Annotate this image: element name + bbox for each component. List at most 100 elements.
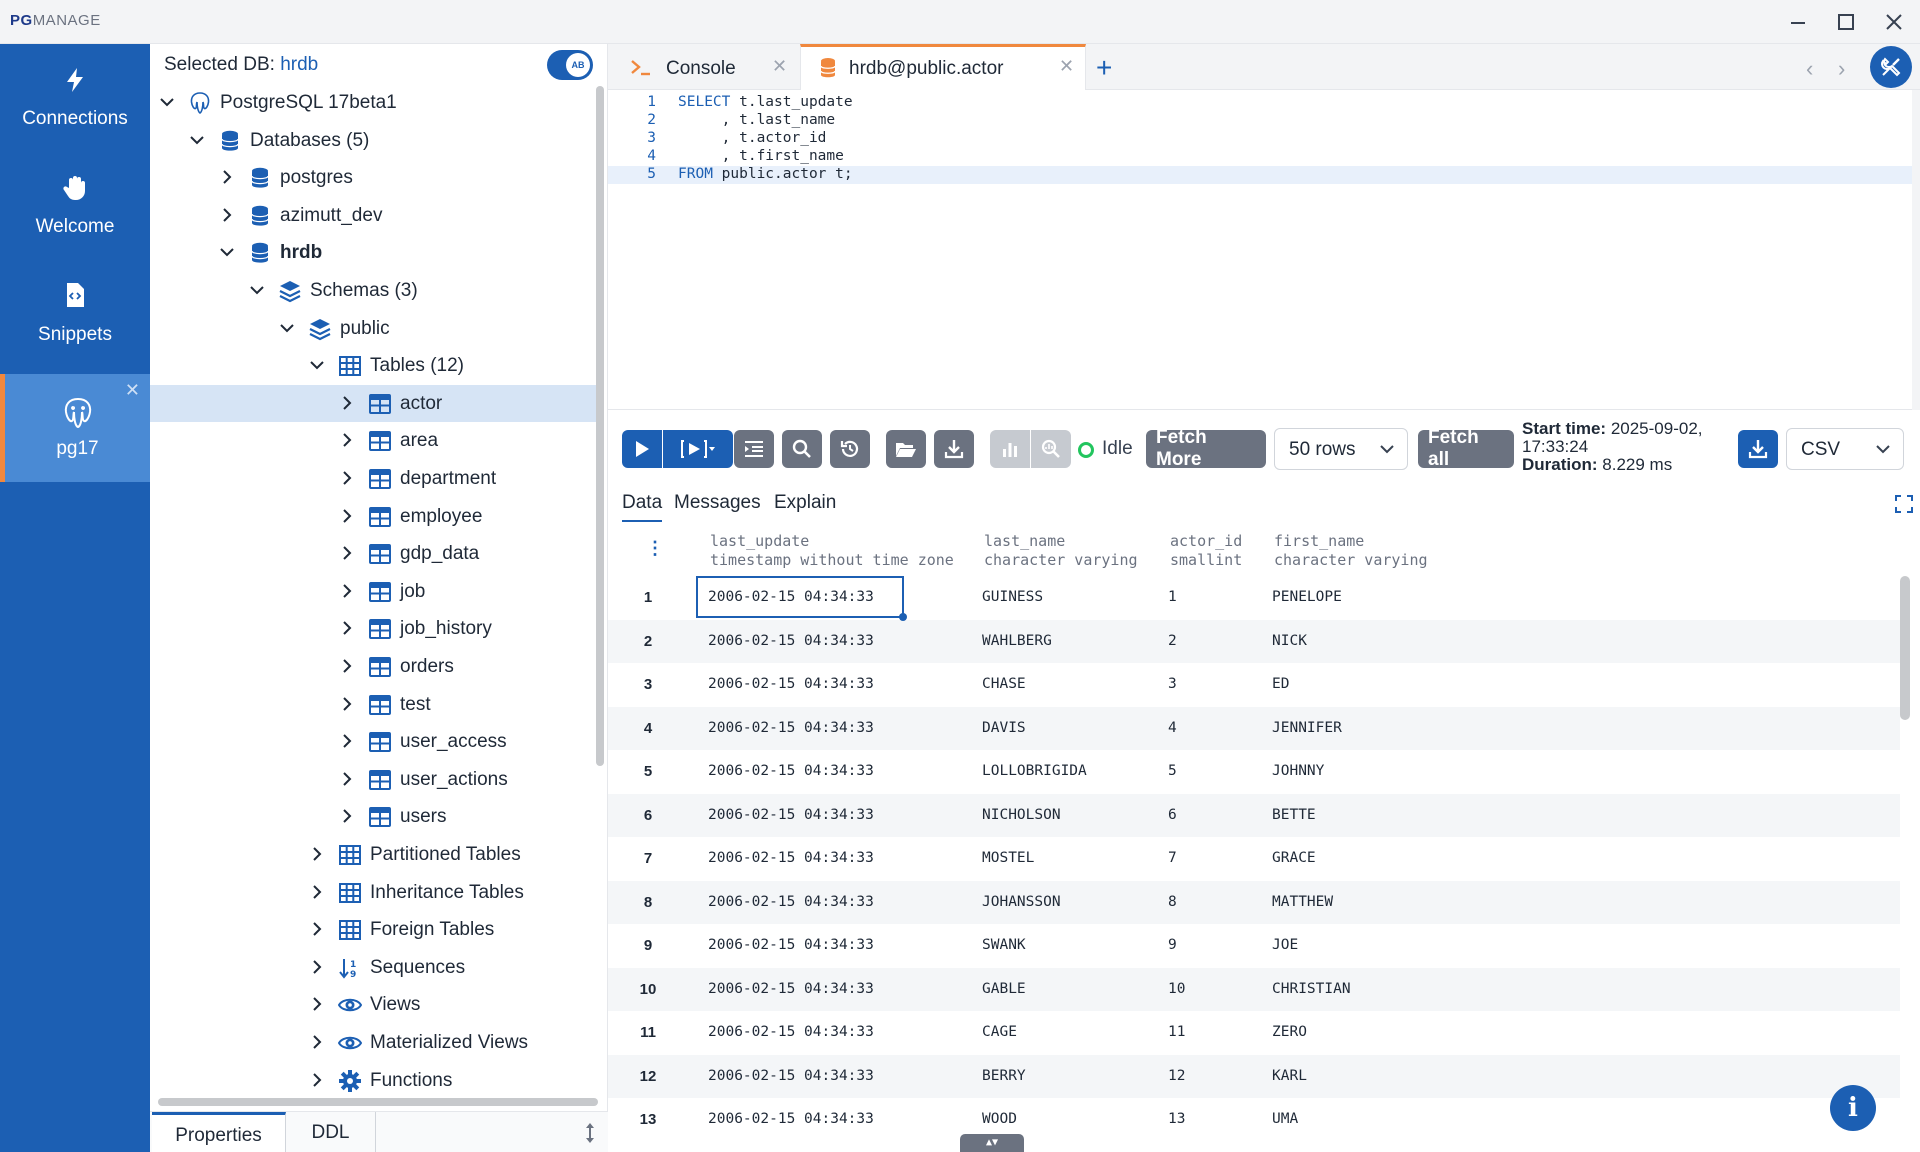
chevron-right-icon[interactable]	[338, 657, 356, 675]
save-file-button[interactable]	[934, 430, 974, 468]
nav-connections[interactable]: Connections	[0, 44, 150, 152]
table-cell[interactable]: ZERO	[1272, 1024, 1307, 1040]
tree-node[interactable]: Tables (12)	[150, 347, 598, 384]
table-row[interactable]: 7 2006-02-15 04:34:33 MOSTEL 7 GRACE	[608, 837, 1900, 881]
chevron-right-icon[interactable]	[338, 807, 356, 825]
grid-scrollbar[interactable]	[1900, 576, 1910, 720]
rows-select[interactable]: 50 rows	[1274, 428, 1408, 470]
tools-button[interactable]	[1870, 46, 1912, 88]
editor-line[interactable]: 4 , t.first_name	[608, 148, 1912, 166]
table-cell[interactable]: 11	[1168, 1024, 1185, 1040]
table-cell[interactable]: 6	[1168, 807, 1177, 823]
table-cell[interactable]: BETTE	[1272, 807, 1316, 823]
table-cell[interactable]: 2006-02-15 04:34:33	[708, 1024, 874, 1040]
chevron-down-icon[interactable]	[308, 356, 326, 374]
table-row[interactable]: 12 2006-02-15 04:34:33 BERRY 12 KARL	[608, 1054, 1900, 1098]
table-cell[interactable]: JOHANSSON	[982, 894, 1061, 910]
tree-node[interactable]: Views	[150, 986, 598, 1023]
editor-line[interactable]: 2 , t.last_name	[608, 112, 1912, 130]
table-cell[interactable]: JENNIFER	[1272, 720, 1342, 736]
tree-node[interactable]: user_access	[150, 723, 598, 760]
tree-scrollbar[interactable]	[596, 86, 604, 766]
search-button[interactable]	[782, 430, 822, 468]
tree-node[interactable]: gdp_data	[150, 535, 598, 572]
table-cell[interactable]: CHASE	[982, 676, 1026, 692]
chevron-right-icon[interactable]	[308, 883, 326, 901]
table-cell[interactable]: GABLE	[982, 981, 1026, 997]
chevron-down-icon[interactable]	[158, 93, 176, 111]
chevron-right-icon[interactable]	[218, 168, 236, 186]
chevron-right-icon[interactable]	[308, 1033, 326, 1051]
table-cell[interactable]: 2006-02-15 04:34:33	[708, 937, 874, 953]
grid-resize-handle[interactable]: ▲▼	[960, 1134, 1024, 1152]
column-header[interactable]: last_update timestamp without time zone	[710, 532, 954, 570]
table-cell[interactable]: 7	[1168, 850, 1177, 866]
table-cell[interactable]: 2006-02-15 04:34:33	[708, 807, 874, 823]
chevron-right-icon[interactable]	[308, 1071, 326, 1089]
nav-connection-pg17[interactable]: pg17 ✕	[0, 374, 150, 482]
table-cell[interactable]: 8	[1168, 894, 1177, 910]
table-cell[interactable]: BERRY	[982, 1068, 1026, 1084]
info-button[interactable]: i	[1830, 1085, 1876, 1131]
tree-node[interactable]: job	[150, 573, 598, 610]
chevron-right-icon[interactable]	[338, 507, 356, 525]
chevron-right-icon[interactable]	[308, 920, 326, 938]
table-row[interactable]: 13 2006-02-15 04:34:33 WOOD 13 UMA	[608, 1098, 1900, 1142]
tree-node[interactable]: user_actions	[150, 761, 598, 798]
panel-resize-icon[interactable]	[584, 1122, 604, 1144]
tree-node[interactable]: Inheritance Tables	[150, 874, 598, 911]
chevron-right-icon[interactable]	[338, 770, 356, 788]
editor-scrollbar[interactable]	[1912, 90, 1920, 410]
tree-node[interactable]: Foreign Tables	[150, 911, 598, 948]
chevron-right-icon[interactable]	[308, 845, 326, 863]
editor-line[interactable]: 3 , t.actor_id	[608, 130, 1912, 148]
table-cell[interactable]: 4	[1168, 720, 1177, 736]
chevron-down-icon[interactable]	[218, 243, 236, 261]
tree-node[interactable]: employee	[150, 498, 598, 535]
autocomplete-toggle[interactable]: AB	[547, 50, 593, 80]
chevron-down-icon[interactable]	[248, 281, 266, 299]
close-tab-icon[interactable]: ✕	[772, 56, 787, 77]
table-cell[interactable]: PENELOPE	[1272, 589, 1342, 605]
explain-analyze-button[interactable]	[1031, 430, 1071, 468]
table-row[interactable]: 9 2006-02-15 04:34:33 SWANK 9 JOE	[608, 924, 1900, 968]
table-cell[interactable]: SWANK	[982, 937, 1026, 953]
table-cell[interactable]: ED	[1272, 676, 1289, 692]
table-cell[interactable]: CAGE	[982, 1024, 1017, 1040]
tab-next-button[interactable]: ›	[1838, 56, 1845, 82]
tree-node[interactable]: Materialized Views	[150, 1024, 598, 1061]
tree-node[interactable]: public	[150, 310, 598, 347]
table-cell[interactable]: 2006-02-15 04:34:33	[708, 633, 874, 649]
tab-messages[interactable]: Messages	[674, 492, 761, 520]
table-cell[interactable]: GUINESS	[982, 589, 1043, 605]
format-sql-button[interactable]	[734, 430, 774, 468]
close-window-button[interactable]	[1878, 6, 1910, 38]
chevron-down-icon[interactable]	[188, 131, 206, 149]
tree-node[interactable]: area	[150, 422, 598, 459]
tree-node[interactable]: PostgreSQL 17beta1	[150, 84, 598, 121]
table-cell[interactable]: 2006-02-15 04:34:33	[708, 1068, 874, 1084]
explain-chart-button[interactable]	[990, 430, 1030, 468]
tab-prev-button[interactable]: ‹	[1806, 56, 1813, 82]
editor-line[interactable]: 5 FROM public.actor t;	[608, 166, 1912, 184]
table-cell[interactable]: GRACE	[1272, 850, 1316, 866]
tab-console[interactable]: Console ✕	[608, 44, 800, 90]
tree-node[interactable]: actor	[150, 384, 598, 422]
chevron-right-icon[interactable]	[308, 958, 326, 976]
tree-node[interactable]: hrdb	[150, 234, 598, 271]
chevron-right-icon[interactable]	[308, 995, 326, 1013]
table-cell[interactable]: JOHNNY	[1272, 763, 1324, 779]
table-row[interactable]: 11 2006-02-15 04:34:33 CAGE 11 ZERO	[608, 1011, 1900, 1055]
tree-node[interactable]: Functions	[150, 1062, 598, 1099]
table-cell[interactable]: MATTHEW	[1272, 894, 1333, 910]
table-cell[interactable]: 13	[1168, 1111, 1185, 1127]
table-cell[interactable]: LOLLOBRIGIDA	[982, 763, 1087, 779]
table-cell[interactable]: KARL	[1272, 1068, 1307, 1084]
chevron-right-icon[interactable]	[338, 469, 356, 487]
nav-welcome[interactable]: Welcome	[0, 152, 150, 260]
table-row[interactable]: 4 2006-02-15 04:34:33 DAVIS 4 JENNIFER	[608, 706, 1900, 750]
table-cell[interactable]: 1	[1168, 589, 1177, 605]
close-tab-icon[interactable]: ✕	[1059, 56, 1074, 77]
tree-node[interactable]: job_history	[150, 610, 598, 647]
tree-node[interactable]: Partitioned Tables	[150, 836, 598, 873]
